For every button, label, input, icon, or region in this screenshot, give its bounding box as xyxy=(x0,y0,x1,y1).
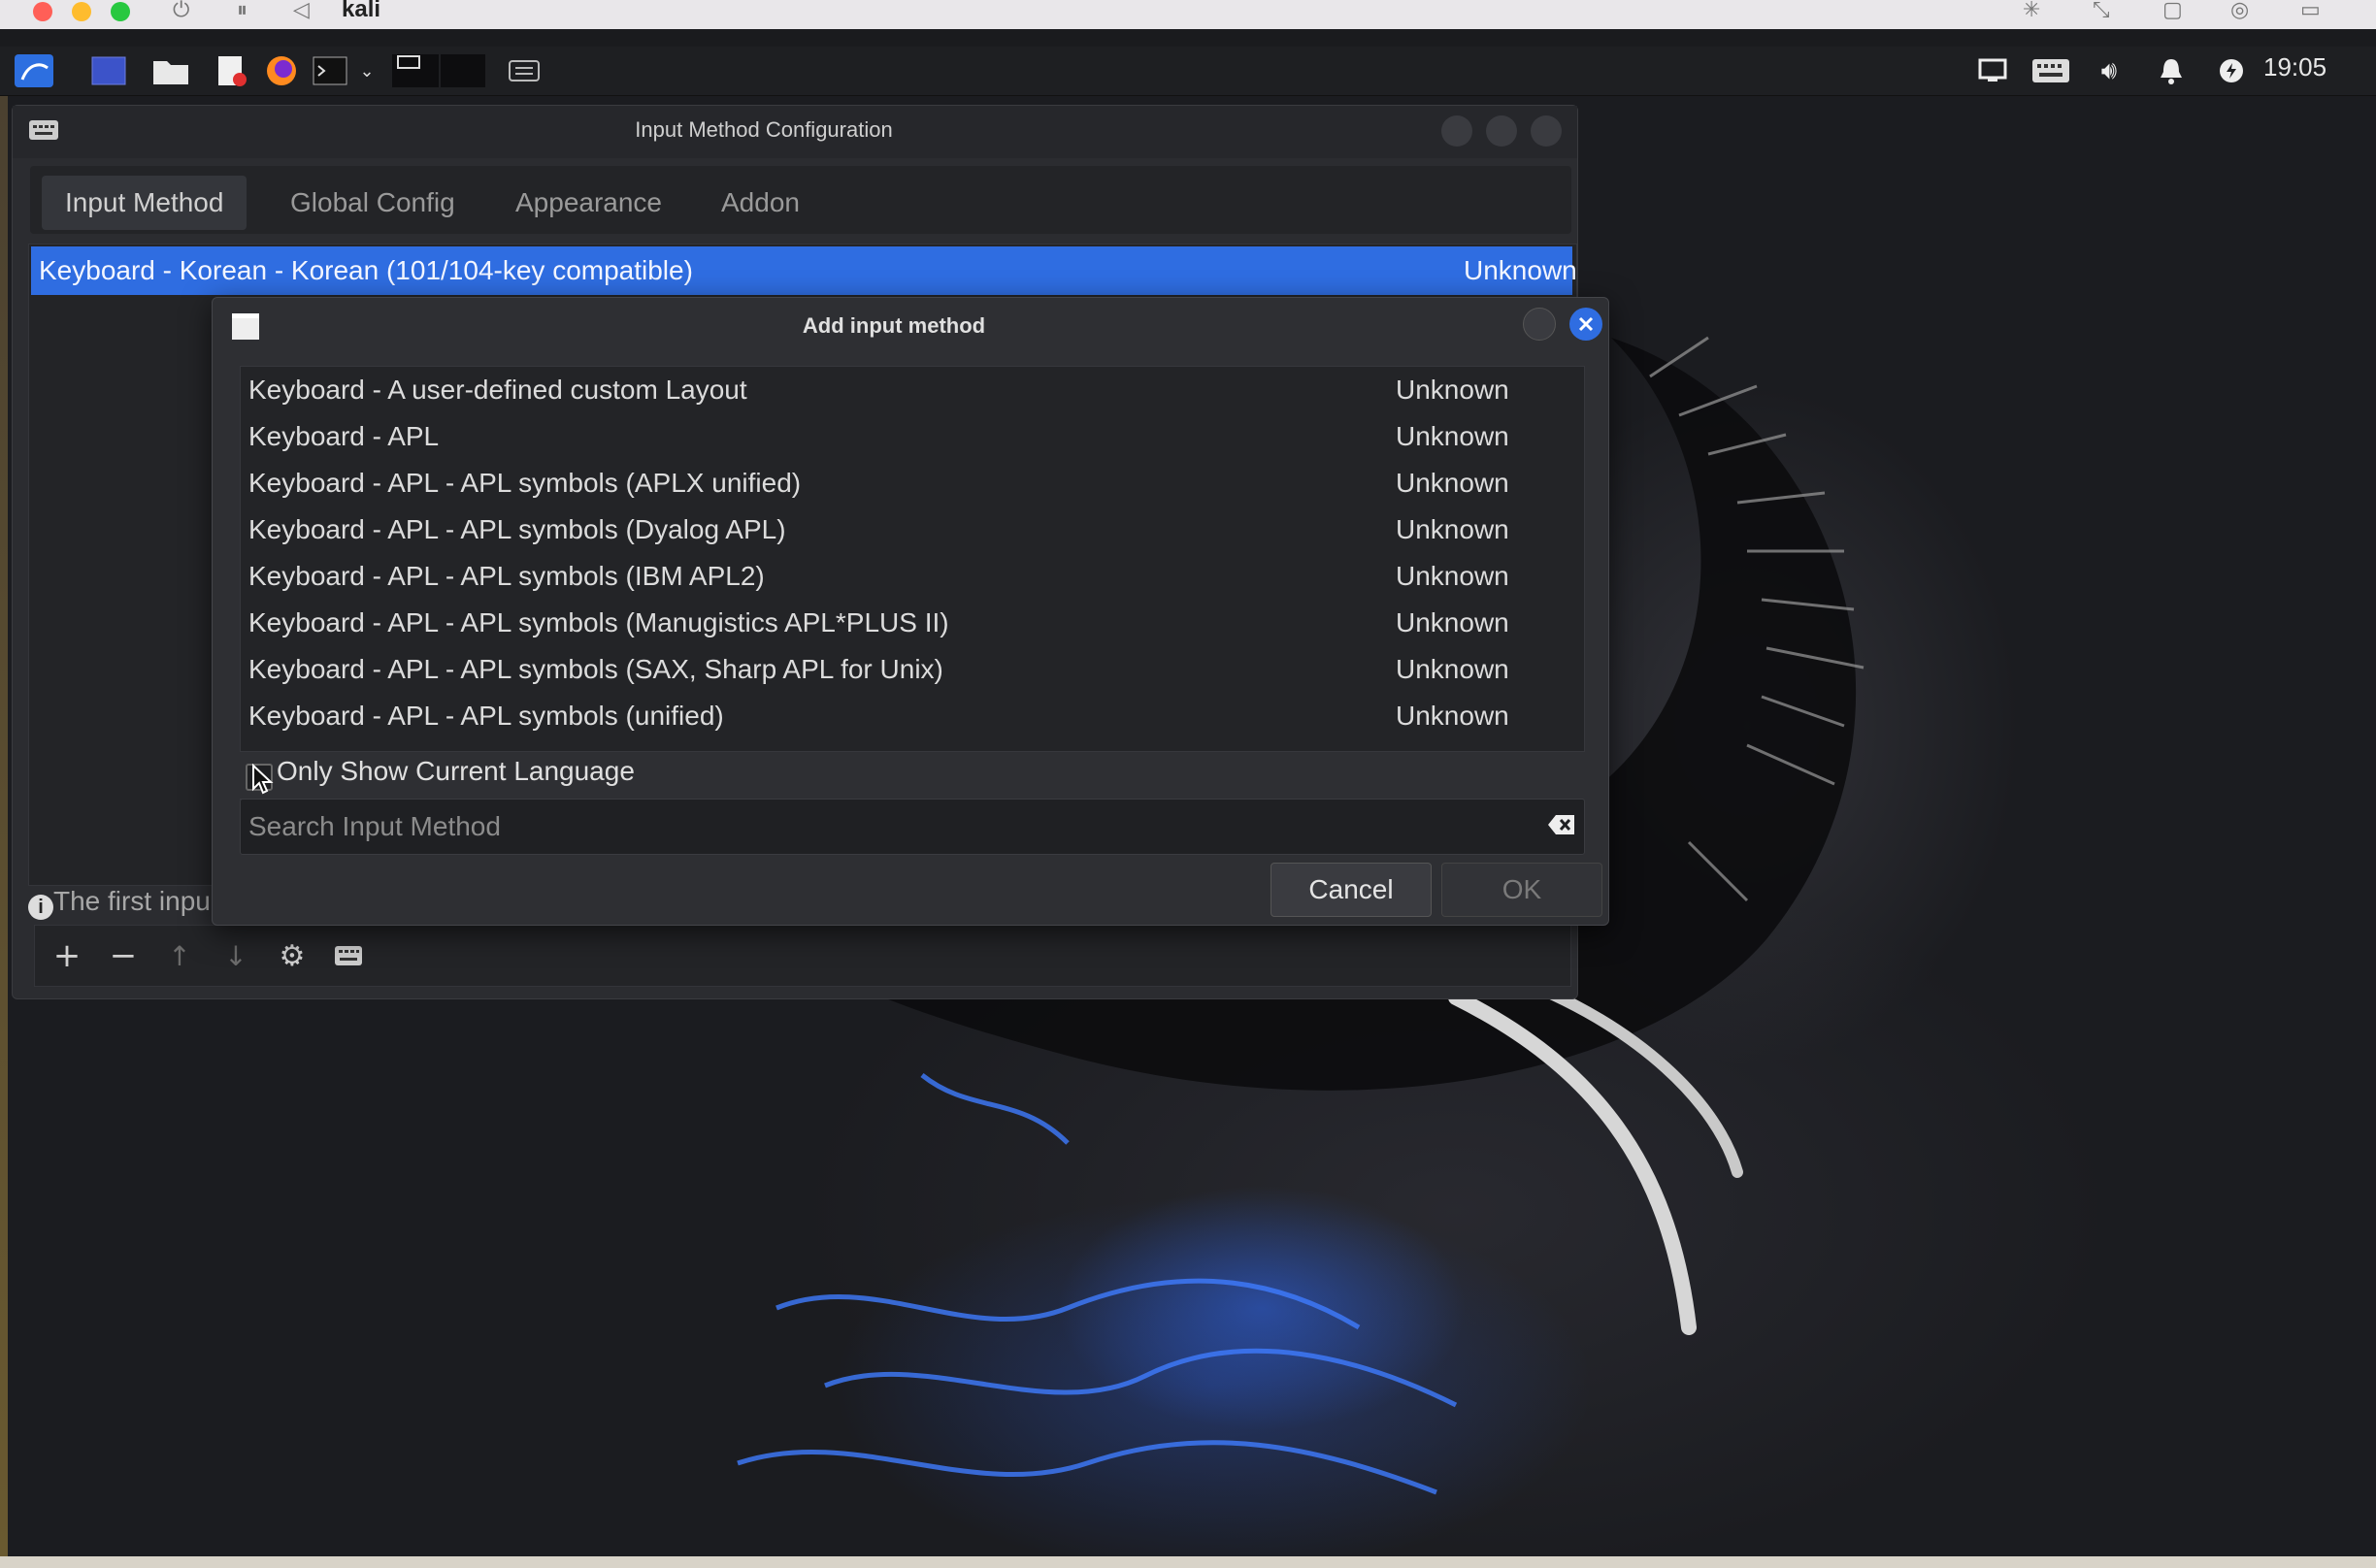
list-item[interactable]: Keyboard - APL - APL symbols (APLX unifi… xyxy=(241,460,1584,506)
available-methods-list: Keyboard - A user-defined custom Layout U… xyxy=(240,366,1585,752)
move-up-icon[interactable]: ↑ xyxy=(153,930,206,982)
only-show-current-language-option: Only Show Current Language xyxy=(240,750,1583,800)
close-window-button[interactable] xyxy=(33,2,52,21)
settings-icon[interactable]: ⚙ xyxy=(266,930,318,982)
tab-addon[interactable]: Addon xyxy=(698,176,823,230)
desktop-icon[interactable] xyxy=(89,54,128,87)
close-button[interactable] xyxy=(1569,308,1602,341)
power-status-icon[interactable] xyxy=(2217,54,2246,87)
list-item[interactable]: Keyboard - APL - APL symbols (unified) Un… xyxy=(241,693,1584,739)
remove-icon[interactable]: − xyxy=(97,930,149,982)
firefox-icon[interactable] xyxy=(262,54,301,87)
list-item-selected[interactable]: Keyboard - Korean - Korean (101/104-key … xyxy=(31,246,1577,295)
search-input[interactable] xyxy=(247,803,1512,850)
info-icon: i xyxy=(28,895,53,920)
ok-button[interactable]: OK xyxy=(1441,863,1602,917)
terminal-icon[interactable] xyxy=(311,54,349,87)
chevron-down-icon[interactable]: ⌄ xyxy=(355,54,379,87)
list-item-name: Keyboard - APL - APL symbols (APLX unifi… xyxy=(248,468,802,498)
list-item-name: Keyboard - Korean - Korean (101/104-key … xyxy=(39,255,693,285)
notifications-icon[interactable] xyxy=(2155,54,2188,87)
desktop-edge xyxy=(0,47,8,1568)
add-input-method-dialog: Add input method Keyboard - A user-defin… xyxy=(212,297,1609,926)
display-icon[interactable] xyxy=(1976,54,2009,87)
checkbox-label[interactable]: Only Show Current Language xyxy=(277,756,635,787)
list-item[interactable]: Keyboard - APL - APL symbols (Manugistic… xyxy=(241,600,1584,646)
workspace-switcher[interactable] xyxy=(392,54,485,87)
cancel-button[interactable]: Cancel xyxy=(1270,863,1432,917)
usb-icon[interactable]: ▢ xyxy=(2162,0,2183,22)
zoom-window-button[interactable] xyxy=(111,2,130,21)
maximize-button[interactable] xyxy=(1486,115,1517,147)
window-icon[interactable]: ▭ xyxy=(2300,0,2321,22)
list-item-status: Unknown xyxy=(1396,514,1509,544)
close-icon xyxy=(1578,316,1594,332)
host-window-title: kali xyxy=(342,0,381,22)
host-bottom-edge xyxy=(0,1556,2376,1568)
list-item-status: Unknown xyxy=(1396,607,1509,637)
resize-icon[interactable]: ⤡ xyxy=(2093,0,2110,22)
list-item[interactable]: Keyboard - APL - APL symbols (IBM APL2) U… xyxy=(241,553,1584,600)
list-item-status: Unknown xyxy=(1396,561,1509,591)
list-toolbar: + − ↑ ↓ ⚙ xyxy=(34,925,1571,987)
mouse-cursor-icon xyxy=(252,764,274,795)
list-item-name: Keyboard - A user-defined custom Layout xyxy=(248,375,747,405)
list-item-name: Keyboard - APL - APL symbols (Manugistic… xyxy=(248,607,949,637)
window-titlebar[interactable]: Input Method Configuration xyxy=(13,106,1577,158)
list-item[interactable]: Keyboard - APL - APL symbols (Dyalog APL… xyxy=(241,506,1584,553)
info-message: i The first inpu xyxy=(28,886,211,920)
list-item-status: Unknown xyxy=(1396,375,1509,405)
share-icon[interactable]: ◎ xyxy=(2230,0,2249,22)
list-item-name: Keyboard - APL - APL symbols (Dyalog APL… xyxy=(248,514,786,544)
tab-global-config[interactable]: Global Config xyxy=(267,176,478,230)
list-item-name: Keyboard - APL - APL symbols (IBM APL2) xyxy=(248,561,765,591)
window-title: Input Method Configuration xyxy=(635,117,893,142)
list-item-status: Unknown xyxy=(1396,654,1509,684)
back-icon[interactable]: ◁ xyxy=(293,0,310,22)
list-item-status: Unknown xyxy=(1396,701,1509,731)
list-item-name: Keyboard - APL - APL symbols (unified) xyxy=(248,701,724,731)
keyboard-layout-icon[interactable] xyxy=(2030,54,2071,87)
keyboard-icon[interactable] xyxy=(505,54,544,87)
pause-icon[interactable]: ⏸ xyxy=(237,0,248,22)
tab-input-method[interactable]: Input Method xyxy=(42,176,248,230)
minimize-button[interactable] xyxy=(1441,115,1472,147)
dialog-title: Add input method xyxy=(802,313,986,338)
tab-bar: Input Method Global Config Appearance Ad… xyxy=(30,166,1571,234)
list-item-status: Unknown xyxy=(1396,421,1509,451)
list-item-status: Unknown xyxy=(1396,468,1509,498)
brightness-icon[interactable]: ✳ xyxy=(2023,0,2040,22)
list-item-name: Keyboard - APL - APL symbols (SAX, Sharp… xyxy=(248,654,943,684)
host-titlebar: ⏻ ⏸ ◁ kali ✳ ⤡ ▢ ◎ ▭ xyxy=(0,0,2376,29)
panel-clock[interactable]: 19:05 xyxy=(2263,52,2326,82)
minimize-button[interactable] xyxy=(1523,308,1556,341)
add-icon[interactable]: + xyxy=(41,930,93,982)
kali-menu-icon[interactable] xyxy=(10,54,58,87)
keyboard-layout-icon[interactable] xyxy=(322,930,375,982)
list-item-status: Unknown xyxy=(1464,255,1577,285)
file-manager-icon[interactable] xyxy=(149,54,192,87)
volume-icon[interactable]: 🔊︎ xyxy=(2093,54,2126,87)
tab-appearance[interactable]: Appearance xyxy=(492,176,685,230)
list-item-name: Keyboard - APL xyxy=(248,421,440,451)
top-panel: ⌄ 🔊︎ 19:05 xyxy=(0,47,2376,96)
move-down-icon[interactable]: ↓ xyxy=(210,930,262,982)
info-text: The first inpu xyxy=(53,886,211,916)
search-box xyxy=(240,799,1585,855)
list-item[interactable]: Keyboard - A user-defined custom Layout U… xyxy=(241,367,1584,413)
power-icon[interactable]: ⏻ xyxy=(173,0,189,22)
list-item[interactable]: Keyboard - APL Unknown xyxy=(241,413,1584,460)
close-button[interactable] xyxy=(1531,115,1562,147)
minimize-window-button[interactable] xyxy=(72,2,91,21)
list-item[interactable]: Keyboard - APL - APL symbols (SAX, Sharp… xyxy=(241,646,1584,693)
text-editor-icon[interactable] xyxy=(212,54,250,87)
clear-search-icon[interactable] xyxy=(1547,813,1576,840)
